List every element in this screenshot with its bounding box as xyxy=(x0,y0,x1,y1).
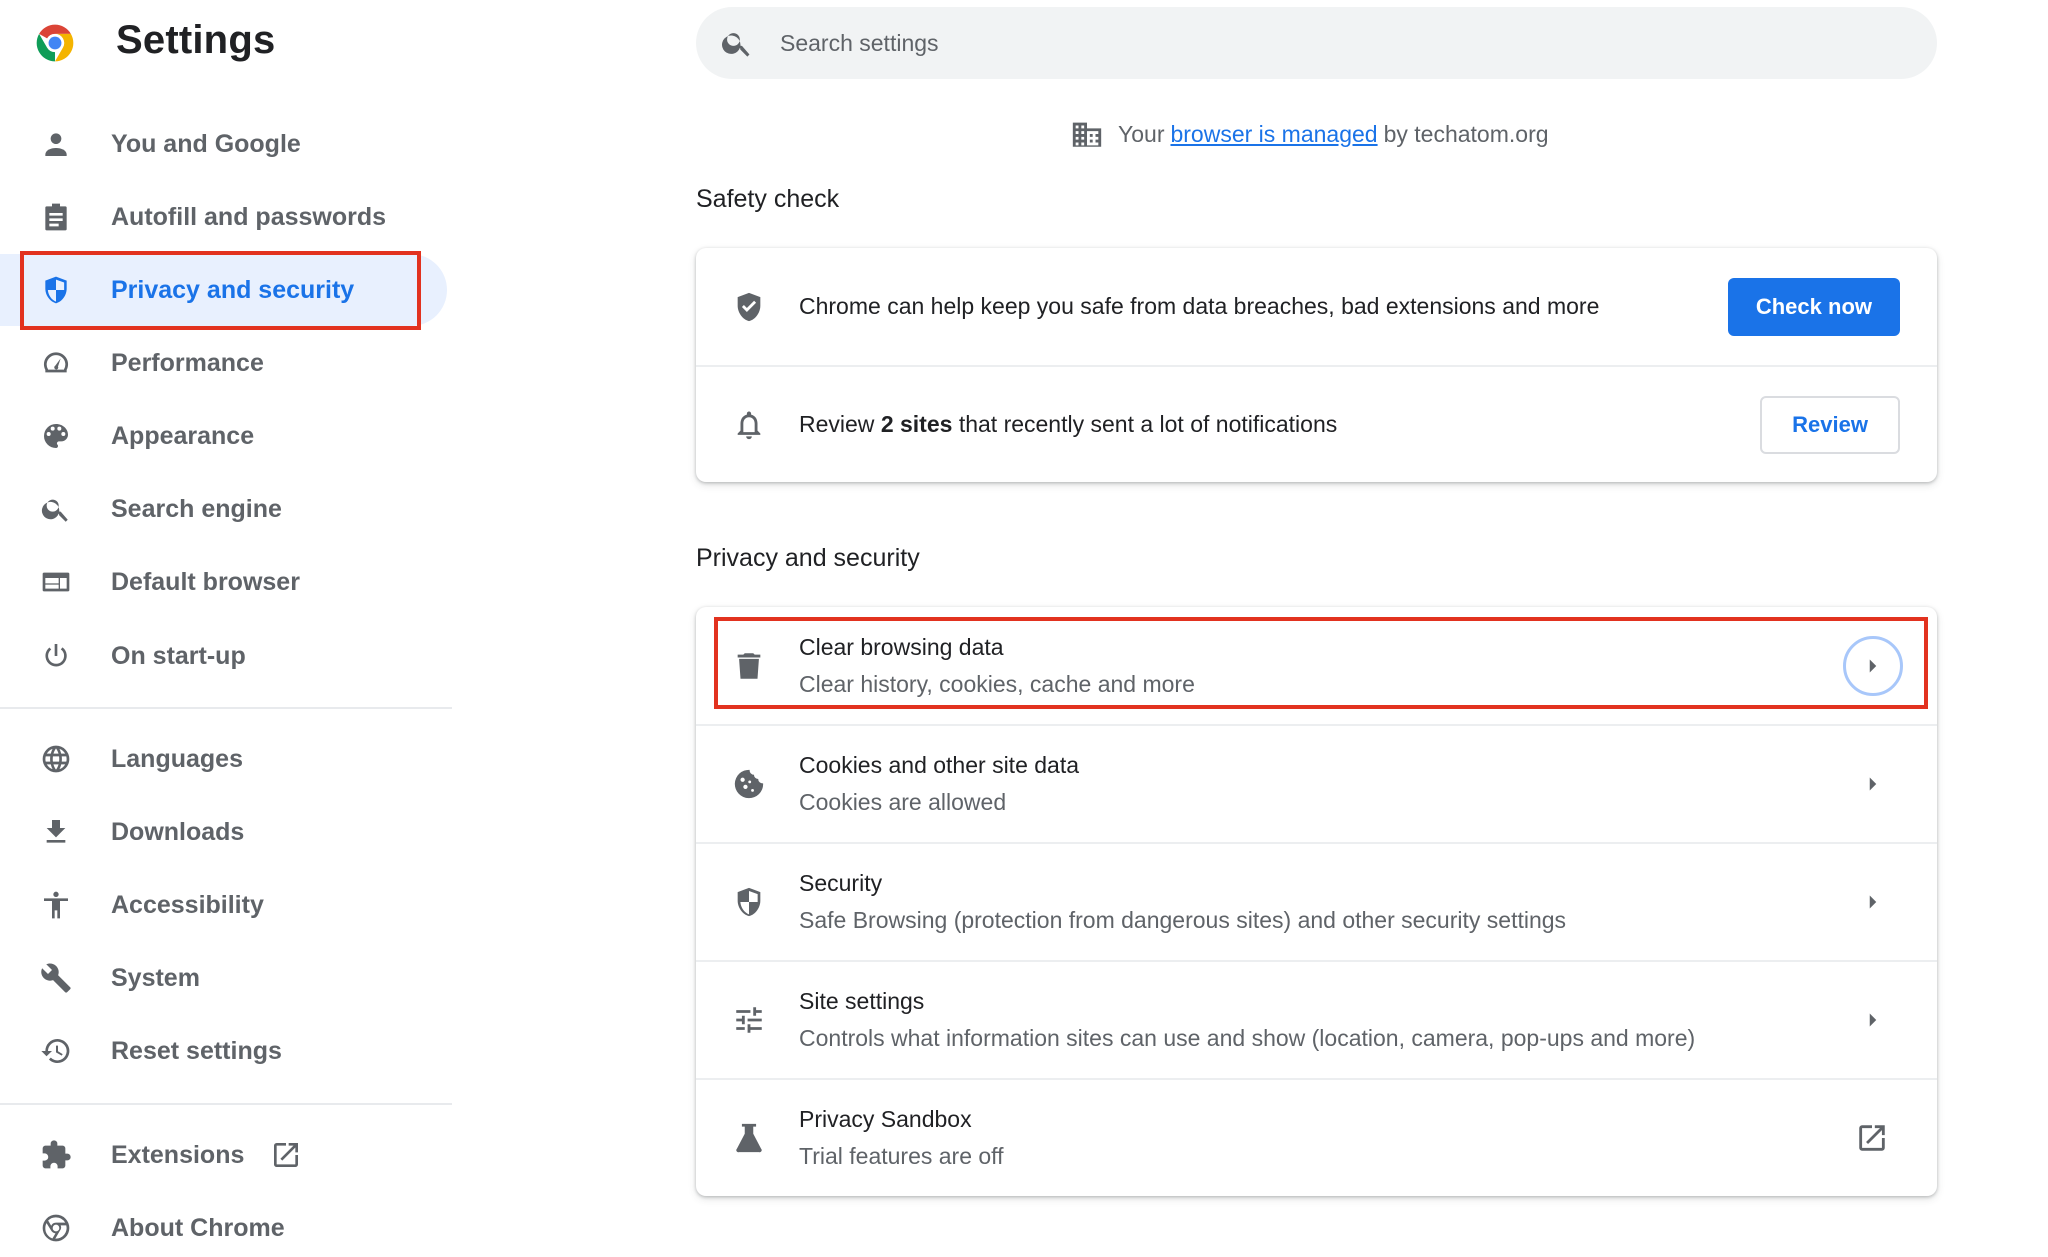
sidebar-item-label: Autofill and passwords xyxy=(111,202,387,231)
managed-notice: Your browser is managed by techatom.org xyxy=(1070,118,1549,150)
check-now-button[interactable]: Check now xyxy=(1727,277,1900,336)
download-icon xyxy=(40,816,72,848)
power-icon xyxy=(40,640,72,672)
sidebar-item-label: Appearance xyxy=(111,421,255,450)
browser-window-icon xyxy=(40,566,72,598)
arrow-right-icon[interactable] xyxy=(1843,754,1903,814)
sidebar-item-label: Accessibility xyxy=(111,890,264,919)
notification-review-row: Review 2 sites that recently sent a lot … xyxy=(696,365,1937,482)
shield-icon xyxy=(40,274,72,306)
shield-check-icon xyxy=(732,290,766,324)
puzzle-icon xyxy=(40,1139,72,1171)
search-icon xyxy=(40,493,72,525)
sidebar-item-on-start-up[interactable]: On start-up xyxy=(0,620,447,692)
sidebar-item-label: Downloads xyxy=(111,817,245,846)
managed-suffix: by techatom.org xyxy=(1383,120,1549,147)
sidebar-item-performance[interactable]: Performance xyxy=(0,327,447,399)
row-title: Security xyxy=(799,870,883,896)
sidebar-divider xyxy=(0,707,452,709)
row-title: Clear browsing data xyxy=(799,633,1004,660)
browser-managed-link[interactable]: browser is managed xyxy=(1170,121,1377,148)
sidebar-item-label: Extensions xyxy=(111,1140,245,1169)
sidebar-item-system[interactable]: System xyxy=(0,942,447,1014)
privacy-security-heading: Privacy and security xyxy=(696,544,920,572)
palette-icon xyxy=(40,420,72,452)
sidebar-item-downloads[interactable]: Downloads xyxy=(0,796,447,868)
arrow-right-icon[interactable] xyxy=(1843,635,1903,696)
sidebar-item-search-engine[interactable]: Search engine xyxy=(0,473,447,545)
history-icon xyxy=(40,1035,72,1067)
wrench-icon xyxy=(40,962,72,994)
accessibility-icon xyxy=(40,889,72,921)
arrow-right-icon[interactable] xyxy=(1843,872,1903,932)
cookie-icon xyxy=(732,767,766,801)
privacy-sandbox-row[interactable]: Privacy Sandbox Trial features are off xyxy=(696,1078,1937,1196)
globe-icon xyxy=(40,743,72,775)
site-count: 2 sites xyxy=(880,411,953,437)
row-subtitle: Safe Browsing (protection from dangerous… xyxy=(799,907,1567,933)
sidebar-item-label: On start-up xyxy=(111,641,246,670)
sidebar-item-default-browser[interactable]: Default browser xyxy=(0,546,447,618)
clear-browsing-data-row[interactable]: Clear browsing data Clear history, cooki… xyxy=(696,607,1937,724)
sidebar-item-label: Languages xyxy=(111,744,243,773)
sidebar-item-reset-settings[interactable]: Reset settings xyxy=(0,1015,447,1087)
person-icon xyxy=(40,128,72,160)
site-settings-row[interactable]: Site settings Controls what information … xyxy=(696,960,1937,1078)
sidebar-divider xyxy=(0,1103,452,1105)
sidebar-item-appearance[interactable]: Appearance xyxy=(0,400,447,472)
sidebar-item-you-and-google[interactable]: You and Google xyxy=(0,108,447,180)
search-icon xyxy=(720,26,754,60)
security-shield-icon xyxy=(732,885,766,919)
sidebar-item-accessibility[interactable]: Accessibility xyxy=(0,869,447,941)
safety-check-row: Chrome can help keep you safe from data … xyxy=(696,248,1937,365)
safety-check-text: Chrome can help keep you safe from data … xyxy=(799,293,1600,319)
open-in-new-icon[interactable] xyxy=(1855,1121,1889,1155)
row-subtitle: Clear history, cookies, cache and more xyxy=(799,670,1195,697)
sidebar-item-privacy-and-security[interactable]: Privacy and security xyxy=(0,254,447,326)
building-icon xyxy=(1070,119,1104,149)
search-bar xyxy=(696,7,1937,79)
safety-check-card: Chrome can help keep you safe from data … xyxy=(696,248,1937,482)
sidebar-item-label: You and Google xyxy=(111,129,301,158)
row-title: Site settings xyxy=(799,988,925,1014)
sidebar-item-extensions[interactable]: Extensions xyxy=(0,1119,447,1191)
clipboard-icon xyxy=(40,201,72,233)
notification-review-text: Review 2 sites that recently sent a lot … xyxy=(799,411,1338,437)
chrome-icon xyxy=(40,1212,72,1244)
review-button[interactable]: Review xyxy=(1760,395,1900,454)
arrow-right-icon[interactable] xyxy=(1843,990,1903,1050)
flask-icon xyxy=(732,1121,766,1155)
trash-icon xyxy=(732,649,766,683)
sidebar-item-label: Reset settings xyxy=(111,1036,282,1065)
sidebar-item-autofill[interactable]: Autofill and passwords xyxy=(0,181,447,253)
row-subtitle: Trial features are off xyxy=(799,1143,1004,1169)
sidebar-nav: You and Google Autofill and passwords Pr… xyxy=(0,0,460,1257)
tune-icon xyxy=(732,1003,766,1037)
sidebar-item-label: About Chrome xyxy=(111,1213,285,1242)
privacy-security-card: Clear browsing data Clear history, cooki… xyxy=(696,607,1937,1196)
speedometer-icon xyxy=(40,347,72,379)
row-title: Cookies and other site data xyxy=(799,752,1080,778)
sidebar-item-label: System xyxy=(111,963,200,992)
sidebar-item-languages[interactable]: Languages xyxy=(0,723,447,795)
sidebar-item-about-chrome[interactable]: About Chrome xyxy=(0,1192,447,1257)
sidebar-item-label: Search engine xyxy=(111,494,282,523)
row-subtitle: Controls what information sites can use … xyxy=(799,1025,1696,1051)
open-in-new-icon xyxy=(270,1139,302,1171)
bell-icon xyxy=(732,408,766,442)
security-row[interactable]: Security Safe Browsing (protection from … xyxy=(696,842,1937,960)
cookies-row[interactable]: Cookies and other site data Cookies are … xyxy=(696,724,1937,842)
sidebar-item-label: Performance xyxy=(111,348,264,377)
managed-prefix: Your xyxy=(1118,120,1165,147)
row-subtitle: Cookies are allowed xyxy=(799,789,1007,815)
safety-check-heading: Safety check xyxy=(696,185,840,213)
row-title: Privacy Sandbox xyxy=(799,1106,972,1132)
sidebar-item-label: Privacy and security xyxy=(111,275,355,304)
search-input[interactable] xyxy=(780,7,1880,79)
sidebar-item-label: Default browser xyxy=(111,567,300,596)
